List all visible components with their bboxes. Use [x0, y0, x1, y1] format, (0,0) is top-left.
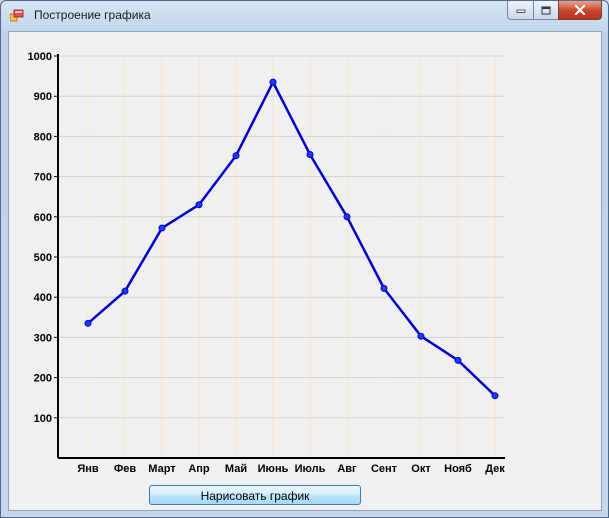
data-point — [343, 213, 351, 221]
data-point — [195, 201, 203, 209]
y-tick-label: 1000 — [28, 51, 52, 63]
data-point — [380, 284, 388, 292]
line-chart: 100 200 300 400 500 600 700 800 900 1000 Янв Фев Мар… — [28, 51, 506, 475]
x-tick-label: Дек — [485, 463, 505, 475]
data-point — [269, 78, 277, 86]
x-tick-label: Май — [225, 463, 247, 475]
y-tick-label: 400 — [34, 292, 52, 304]
y-tick-label: 200 — [34, 373, 52, 385]
close-icon — [574, 5, 586, 15]
x-tick-label: Июнь — [258, 463, 289, 475]
data-point — [417, 332, 425, 340]
minimize-icon — [516, 9, 525, 13]
title-bar[interactable]: Построение графика — [1, 1, 608, 31]
x-tick-label: Фев — [114, 463, 137, 475]
caption-buttons — [507, 1, 602, 21]
maximize-button[interactable] — [533, 1, 558, 20]
draw-chart-button[interactable]: Нарисовать график — [149, 485, 361, 505]
data-point — [158, 224, 166, 232]
minimize-button[interactable] — [507, 1, 533, 20]
y-tick-label: 100 — [34, 413, 52, 425]
application-icon — [10, 9, 24, 22]
data-point — [232, 152, 240, 160]
series-line — [87, 80, 496, 397]
app-window: Построение графика 100 200 300 400 500 600 7 — [0, 0, 609, 518]
data-point — [306, 150, 314, 158]
x-tick-label: Янв — [77, 463, 99, 475]
y-tick-label: 700 — [34, 172, 52, 184]
data-point — [84, 319, 92, 327]
y-tick-label: 500 — [34, 252, 52, 264]
maximize-icon — [541, 6, 551, 14]
x-tick-label: Сент — [371, 463, 398, 475]
y-tick-label: 300 — [34, 332, 52, 344]
close-button[interactable] — [558, 1, 602, 20]
x-tick-label: Авг — [337, 463, 357, 475]
window-title: Построение графика — [34, 8, 151, 22]
y-tick-label: 600 — [34, 212, 52, 224]
y-tick-label: 900 — [34, 91, 52, 103]
data-point — [491, 392, 499, 400]
client-area: 100 200 300 400 500 600 700 800 900 1000 Янв Фев Мар… — [8, 31, 602, 511]
x-tick-label: Нояб — [444, 463, 472, 475]
x-tick-label: Окт — [411, 463, 431, 475]
y-tick-label: 800 — [34, 131, 52, 143]
data-point — [121, 287, 129, 295]
x-tick-label: Апр — [188, 463, 210, 475]
data-point — [454, 356, 462, 364]
x-tick-label: Июль — [295, 463, 326, 475]
x-tick-label: Март — [148, 463, 176, 475]
